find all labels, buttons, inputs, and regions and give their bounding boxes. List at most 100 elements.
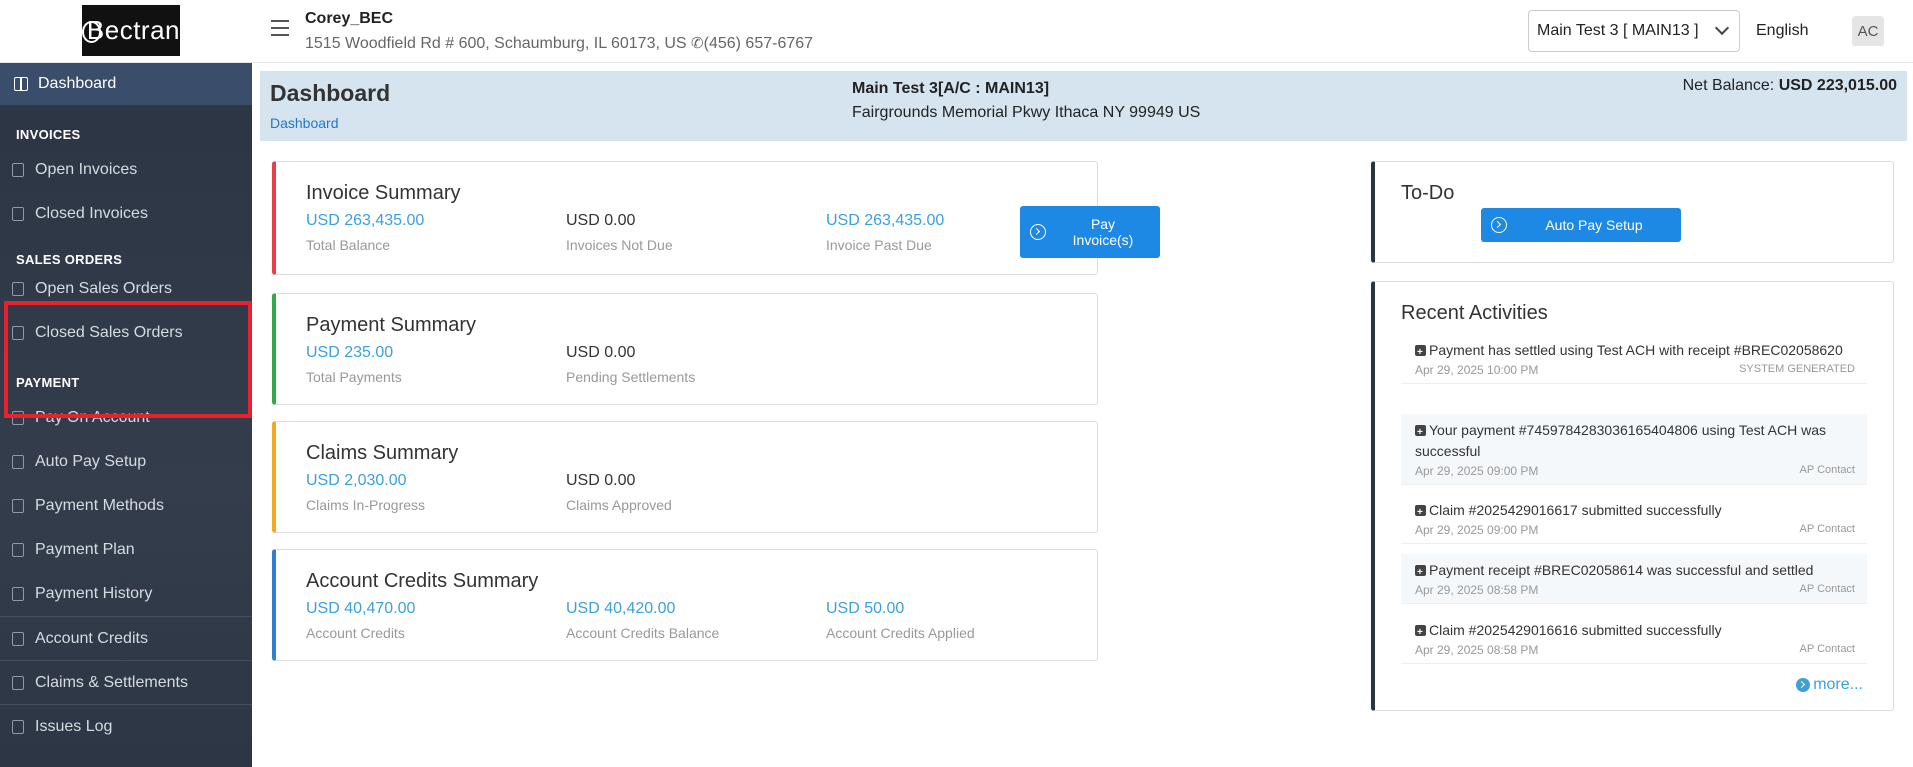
sidebar-item-open-invoices[interactable]: Open Invoices bbox=[0, 148, 252, 192]
pay-invoices-button[interactable]: Pay Invoice(s) bbox=[1020, 206, 1160, 258]
auto-pay-setup-button[interactable]: Auto Pay Setup bbox=[1481, 208, 1681, 242]
stat-value[interactable]: USD 40,420.00 bbox=[566, 600, 719, 618]
net-balance-label: Net Balance: bbox=[1682, 77, 1775, 94]
highlight-box bbox=[4, 301, 252, 418]
activity-date: Apr 29, 2025 08:58 PM bbox=[1415, 643, 1539, 657]
sidebar-item-payment-methods[interactable]: Payment Methods bbox=[0, 484, 252, 528]
stat-value[interactable]: USD 40,470.00 bbox=[306, 600, 415, 618]
arrow-circle-icon bbox=[1491, 217, 1507, 233]
stat-label: Total Payments bbox=[306, 369, 402, 385]
sidebar-item-label: Payment History bbox=[35, 585, 153, 602]
language-selector[interactable]: English bbox=[1756, 22, 1808, 40]
sidebar-item-label: Account Credits bbox=[35, 629, 148, 647]
activity-author: SYSTEM GENERATED bbox=[1739, 363, 1855, 375]
sidebar: Dashboard INVOICES Open Invoices Closed … bbox=[0, 63, 252, 767]
more-label: more... bbox=[1813, 676, 1863, 693]
stat-invoice-past-due: USD 263,435.00 Invoice Past Due bbox=[826, 212, 944, 253]
net-balance: Net Balance: USD 223,015.00 bbox=[1683, 77, 1897, 95]
stat-account-credits: USD 40,470.00 Account Credits bbox=[306, 600, 415, 641]
sidebar-item-auto-pay-setup[interactable]: Auto Pay Setup bbox=[0, 440, 252, 484]
todo-title: To-Do bbox=[1401, 182, 1455, 204]
activity-date: Apr 29, 2025 08:58 PM bbox=[1415, 583, 1539, 597]
claims-summary-card: Claims Summary USD 2,030.00 Claims In-Pr… bbox=[272, 421, 1098, 533]
card-title: Account Credits Summary bbox=[306, 570, 539, 592]
stat-claims-in-progress: USD 2,030.00 Claims In-Progress bbox=[306, 472, 425, 513]
stat-label: Account Credits Applied bbox=[826, 625, 975, 641]
log-icon bbox=[12, 719, 24, 734]
company-phone: (456) 657-6767 bbox=[703, 35, 814, 52]
stat-value: USD 0.00 bbox=[566, 472, 636, 489]
user-avatar[interactable]: AC bbox=[1852, 16, 1884, 46]
recent-activities-panel: Recent Activities Payment has settled us… bbox=[1371, 281, 1894, 711]
phone-icon: ✆ bbox=[691, 35, 704, 52]
activity-text: Payment has settled using Test ACH with … bbox=[1429, 342, 1843, 358]
sidebar-item-claims-settlements[interactable]: Claims & Settlements bbox=[0, 660, 252, 704]
stat-value[interactable]: USD 2,030.00 bbox=[306, 472, 425, 490]
history-icon bbox=[12, 587, 24, 601]
stat-value[interactable]: USD 50.00 bbox=[826, 600, 975, 618]
stat-label: Invoices Not Due bbox=[566, 237, 673, 253]
activity-item[interactable]: Payment has settled using Test ACH with … bbox=[1401, 334, 1867, 384]
card-title: Payment Summary bbox=[306, 314, 477, 336]
activity-date: Apr 29, 2025 09:00 PM bbox=[1415, 523, 1539, 537]
activity-author: AP Contact bbox=[1799, 643, 1855, 655]
company-name: Corey_BEC bbox=[305, 10, 394, 27]
card-title: Claims Summary bbox=[306, 442, 459, 464]
company-address: 1515 Woodfield Rd # 600, Schaumburg, IL … bbox=[305, 35, 687, 52]
button-label: Pay Invoice(s) bbox=[1046, 216, 1160, 248]
stat-value[interactable]: USD 263,435.00 bbox=[826, 212, 944, 230]
sidebar-item-issues-log[interactable]: Issues Log bbox=[0, 704, 252, 748]
stat-invoices-not-due: USD 0.00 Invoices Not Due bbox=[566, 212, 673, 253]
refresh-icon bbox=[12, 455, 24, 469]
sidebar-item-dashboard[interactable]: Dashboard bbox=[0, 63, 252, 105]
hamburger-menu-icon[interactable] bbox=[271, 20, 289, 36]
button-label: Auto Pay Setup bbox=[1545, 217, 1643, 233]
sidebar-item-closed-invoices[interactable]: Closed Invoices bbox=[0, 192, 252, 236]
stat-label: Account Credits Balance bbox=[566, 625, 720, 641]
bectran-logo[interactable]: Bectran bbox=[82, 5, 180, 56]
todo-panel: To-Do Auto Pay Setup bbox=[1371, 161, 1894, 263]
activity-item[interactable]: Payment receipt #BREC02058614 was succes… bbox=[1401, 554, 1867, 604]
stat-account-credits-balance: USD 40,420.00 Account Credits Balance bbox=[566, 600, 719, 641]
plus-square-icon bbox=[1415, 562, 1426, 583]
clipboard-icon bbox=[12, 675, 24, 690]
arrow-circle-icon bbox=[1030, 224, 1046, 240]
activity-text: Payment receipt #BREC02058614 was succes… bbox=[1429, 562, 1814, 578]
sidebar-section-sales-orders: SALES ORDERS bbox=[16, 252, 123, 267]
plus-square-icon bbox=[1415, 502, 1426, 523]
page-banner: Dashboard Dashboard Main Test 3[A/C : MA… bbox=[260, 71, 1907, 141]
activity-item[interactable]: Your payment #745978428303616540480​6 us… bbox=[1401, 414, 1867, 485]
sidebar-section-invoices: INVOICES bbox=[16, 127, 81, 142]
activity-date: Apr 29, 2025 10:00 PM bbox=[1415, 363, 1539, 377]
file-icon bbox=[12, 282, 24, 296]
sidebar-item-label: Auto Pay Setup bbox=[35, 453, 147, 470]
account-select[interactable]: Main Test 3 [ MAIN13 ] bbox=[1528, 10, 1740, 52]
activity-text: Claim #2025429016617 submitted successfu… bbox=[1429, 502, 1722, 518]
more-activities-link[interactable]: more... bbox=[1796, 676, 1863, 694]
stat-value[interactable]: USD 263,435.00 bbox=[306, 212, 424, 230]
plus-square-icon bbox=[1415, 622, 1426, 643]
sidebar-item-label: Closed Invoices bbox=[35, 205, 148, 222]
stat-label: Pending Settlements bbox=[566, 369, 696, 385]
credit-card-icon bbox=[12, 499, 24, 513]
sidebar-item-label: Claims & Settlements bbox=[35, 673, 188, 691]
plus-square-icon bbox=[1415, 342, 1426, 363]
sidebar-item-account-credits[interactable]: Account Credits bbox=[0, 616, 252, 660]
sidebar-item-label: Dashboard bbox=[38, 75, 117, 92]
wallet-icon bbox=[12, 631, 24, 646]
button-line2: Invoice(s) bbox=[1072, 232, 1134, 248]
stat-label: Invoice Past Due bbox=[826, 237, 932, 253]
page-title: Dashboard bbox=[270, 80, 391, 106]
sidebar-item-payment-history[interactable]: Payment History bbox=[0, 572, 252, 616]
stat-label: Account Credits bbox=[306, 625, 405, 641]
stat-value[interactable]: USD 235.00 bbox=[306, 344, 402, 362]
activity-item[interactable]: Claim #2025429016617 submitted successfu… bbox=[1401, 494, 1867, 544]
sidebar-item-payment-plan[interactable]: Payment Plan bbox=[0, 528, 252, 572]
activity-text: Your payment #745978428303616540480​6 us… bbox=[1415, 422, 1826, 459]
sidebar-item-label: Issues Log bbox=[35, 717, 113, 735]
stat-label: Total Balance bbox=[306, 237, 391, 253]
breadcrumb[interactable]: Dashboard bbox=[270, 115, 339, 131]
activity-item[interactable]: Claim #2025429016616 submitted successfu… bbox=[1401, 614, 1867, 664]
document-icon bbox=[12, 163, 24, 177]
stat-label: Claims In-Progress bbox=[306, 497, 426, 513]
